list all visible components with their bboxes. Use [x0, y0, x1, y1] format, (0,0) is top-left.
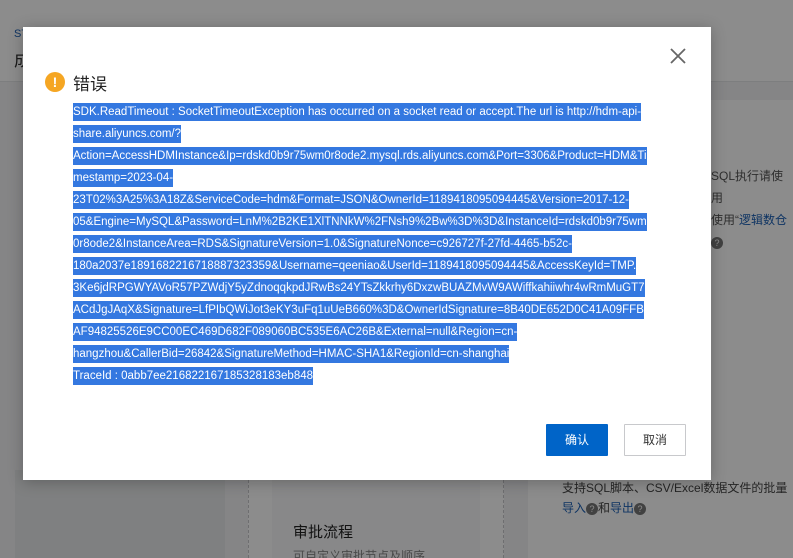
error-message-line: 3Ke6jdRPGWYAVoR57PZWdjY5yZdnoqqkpdJRwBs2…	[73, 277, 677, 299]
dialog-title: 错误	[73, 74, 107, 94]
trace-id-line: TraceId : 0abb7ee216822167185328183eb848	[73, 365, 677, 387]
warning-icon: !	[45, 72, 65, 92]
error-message-line: mestamp=2023-04-	[73, 167, 677, 189]
error-message-line: SDK.ReadTimeout : SocketTimeoutException…	[73, 101, 677, 123]
error-message-line: Action=AccessHDMInstance&Ip=rdskd0b9r75w…	[73, 145, 677, 167]
dialog-header: ! 错误	[45, 71, 107, 94]
error-message-line: AF94825526E9CC00EC469D682F089060BC535E6A…	[73, 321, 677, 343]
error-message-line: 0r8ode2&InstanceArea=RDS&SignatureVersio…	[73, 233, 677, 255]
cancel-button[interactable]: 取消	[624, 424, 686, 456]
error-message-line: 05&Engine=MySQL&Password=LnM%2B2KE1XlTNN…	[73, 211, 677, 233]
error-message-line: ACdJgJAqX&Signature=LfPIbQWiJot3eKY3uFq1…	[73, 299, 677, 321]
error-dialog: ! 错误 SDK.ReadTimeout : SocketTimeoutExce…	[23, 27, 711, 480]
error-message-line: share.aliyuncs.com/?	[73, 123, 677, 145]
error-message-line: hangzhou&CallerBid=26842&SignatureMethod…	[73, 343, 677, 365]
error-message-line: 180a2037e1891682216718887323359&Username…	[73, 255, 677, 277]
confirm-button[interactable]: 确认	[546, 424, 608, 456]
close-icon[interactable]	[668, 46, 688, 66]
error-message-line: 23T02%3A25%3A18Z&ServiceCode=hdm&Format=…	[73, 189, 677, 211]
error-message[interactable]: SDK.ReadTimeout : SocketTimeoutException…	[73, 101, 677, 387]
